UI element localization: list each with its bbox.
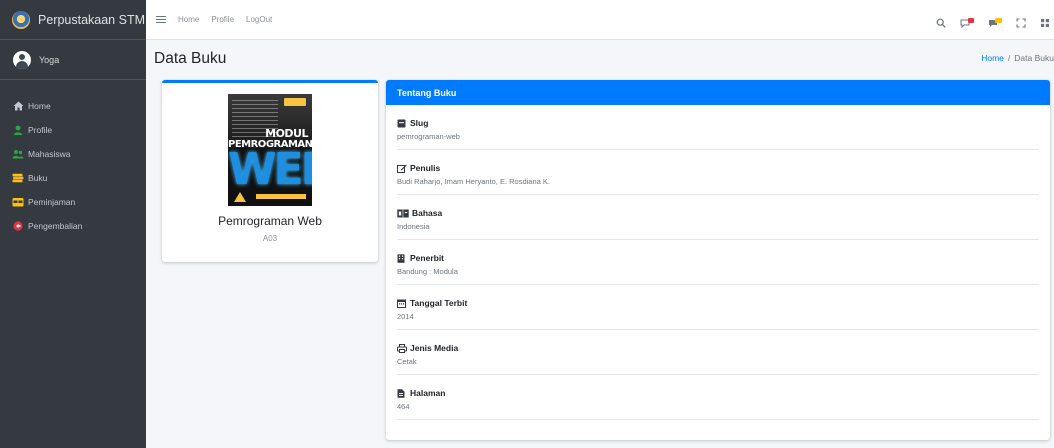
info-row-bahasa: Bahasa Indonesia [397,195,1039,240]
user-icon [12,125,24,135]
users-icon [12,149,24,159]
sidebar-item-profile[interactable]: Profile [0,118,146,142]
sidebar-item-label: Peminjaman [28,197,76,207]
info-row-tanggal-terbit: Tanggal Terbit 2014 [397,285,1039,330]
book-info-card: Tentang Buku Slug pemrograman-web Penuli… [386,80,1050,440]
info-card-header: Tentang Buku [386,80,1050,105]
sidebar-item-home[interactable]: Home [0,94,146,118]
grid-menu-icon[interactable] [1040,15,1050,27]
info-value: Cetak [397,357,417,366]
book-title: Pemrograman Web [218,214,322,228]
notifications-icon[interactable] [988,15,1002,27]
nav-link-profile[interactable]: Profile [211,15,234,24]
sidebar-item-pengembalian[interactable]: Pengembalian [0,214,146,238]
calendar-icon [397,299,407,308]
info-label: Jenis Media [410,343,459,353]
info-value: 464 [397,402,410,411]
sidebar-item-buku[interactable]: Buku [0,166,146,190]
sidebar-nav: Home Profile Mahasiswa Buku Peminjaman P… [0,94,146,238]
file-icon [397,388,407,398]
user-name: Yoga [39,54,60,65]
building-icon [397,253,407,263]
messages-icon[interactable] [960,15,974,29]
nav-link-home[interactable]: Home [178,15,199,24]
info-label: Tanggal Terbit [410,298,468,308]
edit-icon [397,164,407,173]
sidebar-item-peminjaman[interactable]: Peminjaman [0,190,146,214]
page-title: Data Buku [154,50,227,67]
info-list: Slug pemrograman-web Penulis Budi Raharj… [397,105,1039,420]
return-icon [12,221,24,231]
sidebar-item-label: Mahasiswa [28,149,71,159]
breadcrumb-separator: / [1007,53,1011,63]
info-label: Halaman [410,388,446,398]
language-icon [397,209,409,218]
brand-logo-icon [12,10,30,29]
home-icon [12,101,24,111]
search-icon[interactable] [936,15,946,28]
book-cover-image: MODUL PEMROGRAMAN WEB [228,94,312,206]
calendar-icon [12,197,24,207]
sidebar-item-mahasiswa[interactable]: Mahasiswa [0,142,146,166]
info-label: Bahasa [412,208,443,218]
info-value: Indonesia [397,222,430,231]
hamburger-menu-icon[interactable] [156,15,166,24]
breadcrumb-home-link[interactable]: Home [981,53,1004,63]
info-value: Budi Raharjo, Imam Heryanto, E. Rosdiana… [397,177,550,186]
nav-link-logout[interactable]: LogOut [246,15,272,24]
fullscreen-icon[interactable] [1016,15,1026,28]
sidebar: Perpustakaan STMIK Yoga Home Profile Mah… [0,0,157,448]
sidebar-item-label: Buku [28,173,48,183]
brand-link[interactable]: Perpustakaan STMIK [0,0,157,40]
breadcrumb: Home / Data Buku [981,53,1054,63]
sidebar-item-label: Profile [28,125,53,135]
brand-title: Perpustakaan STMIK [38,12,157,27]
breadcrumb-current: Data Buku [1014,53,1054,63]
print-icon [397,343,407,353]
info-label: Slug [410,118,429,128]
info-value: 2014 [397,312,414,321]
books-icon [12,173,24,183]
sidebar-item-label: Pengembalian [28,221,83,231]
info-row-slug: Slug pemrograman-web [397,105,1039,150]
book-profile-card: MODUL PEMROGRAMAN WEB Pemrograman Web A0… [162,80,378,262]
info-row-jenis-media: Jenis Media Cetak [397,330,1039,375]
user-panel[interactable]: Yoga [0,40,146,80]
book-code: A03 [262,234,278,243]
bookmark-icon [397,119,407,128]
sidebar-item-label: Home [28,101,51,111]
info-label: Penulis [410,163,441,173]
info-value: Bandung : Modula [397,267,458,276]
avatar [13,50,31,69]
info-row-halaman: Halaman 464 [397,375,1039,420]
info-row-penulis: Penulis Budi Raharjo, Imam Heryanto, E. … [397,150,1039,195]
info-row-penerbit: Penerbit Bandung : Modula [397,240,1039,285]
top-navbar: Home Profile LogOut [146,0,1054,40]
info-label: Penerbit [410,253,445,263]
navbar-icons [936,0,1054,40]
info-value: pemrograman-web [397,132,460,141]
